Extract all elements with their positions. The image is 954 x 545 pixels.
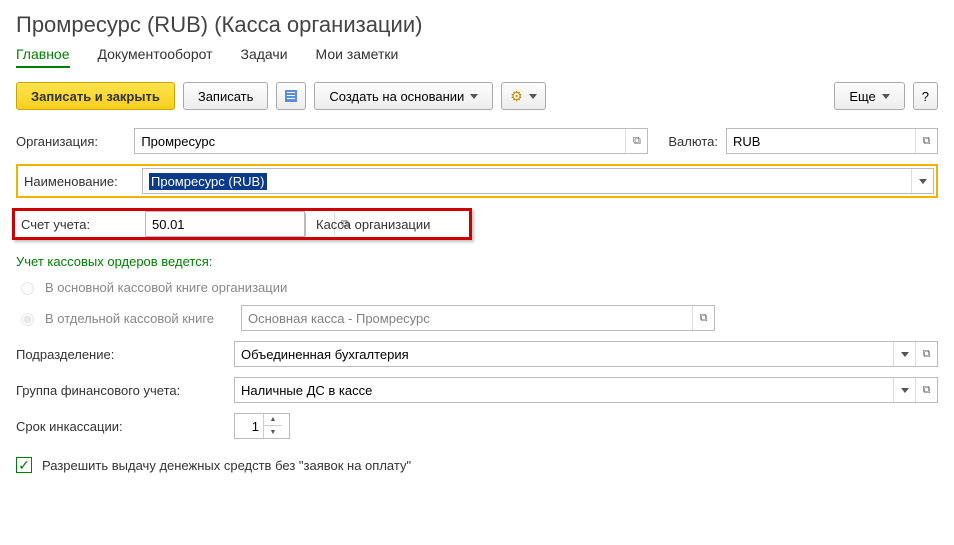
caret-down-icon [470,94,478,99]
tab-notes[interactable]: Мои заметки [316,46,399,68]
tab-docflow[interactable]: Документооборот [98,46,213,68]
dept-input[interactable] [234,341,938,367]
dept-label: Подразделение: [16,347,234,362]
radio2-label: В отдельной кассовой книге [45,311,233,326]
collection-label: Срок инкассации: [16,419,234,434]
list-button[interactable] [276,82,306,110]
fin-group-label: Группа финансового учета: [16,383,234,398]
more-button[interactable]: Еще [834,82,904,110]
book-input[interactable] [241,305,715,331]
tab-main[interactable]: Главное [16,46,70,68]
account-desc: Касса организации [305,213,440,236]
org-field[interactable] [135,129,625,153]
tabs: Главное Документооборот Задачи Мои замет… [16,46,938,68]
spinner-down[interactable]: ▼ [264,426,282,438]
gear-icon [510,88,523,105]
open-icon[interactable] [915,342,937,366]
caret-down-icon [529,94,537,99]
help-button[interactable]: ? [913,82,938,110]
open-icon[interactable] [915,129,937,153]
radio2-input [21,313,34,326]
radio-main-book: В основной кассовой книге организации [16,279,938,295]
org-input[interactable] [134,128,648,154]
radio1-input [21,282,34,295]
caret-down-icon [882,94,890,99]
book-field[interactable] [242,306,692,330]
checkbox-icon[interactable]: ✓ [16,457,32,473]
currency-field[interactable] [727,129,915,153]
allow-checkbox-row[interactable]: ✓ Разрешить выдачу денежных средств без … [16,457,938,473]
account-input[interactable] [145,211,305,237]
spinner-up[interactable]: ▲ [264,414,282,426]
open-icon[interactable] [915,378,937,402]
create-based-button[interactable]: Создать на основании [314,82,493,110]
open-icon[interactable] [692,306,714,330]
name-label: Наименование: [20,174,142,189]
open-icon[interactable] [625,129,647,153]
collection-field[interactable] [235,419,263,434]
toolbar: Записать и закрыть Записать Создать на о… [16,82,938,110]
currency-label: Валюта: [668,134,718,149]
fin-group-field[interactable] [235,378,893,402]
account-highlight: Счет учета: Касса организации [12,208,472,240]
fin-group-input[interactable] [234,377,938,403]
org-label: Организация: [16,134,134,149]
account-label: Счет учета: [15,213,145,236]
allow-label: Разрешить выдачу денежных средств без "з… [42,458,411,473]
name-field-value[interactable]: Промресурс (RUB) [149,173,267,190]
name-input[interactable]: Промресурс (RUB) [142,168,934,194]
collection-spinner[interactable]: ▲ ▼ [234,413,290,439]
dept-field[interactable] [235,342,893,366]
radio-separate-book: В отдельной кассовой книге [16,305,938,331]
settings-button[interactable] [501,82,546,110]
save-button[interactable]: Записать [183,82,269,110]
dropdown-icon[interactable] [911,169,933,193]
dropdown-icon[interactable] [893,342,915,366]
save-close-button[interactable]: Записать и закрыть [16,82,175,110]
tab-tasks[interactable]: Задачи [241,46,288,68]
name-row-highlight: Наименование: Промресурс (RUB) [16,164,938,198]
page-title: Промресурс (RUB) (Касса организации) [16,12,938,38]
create-based-label: Создать на основании [329,89,464,104]
more-label: Еще [849,89,875,104]
radio1-label: В основной кассовой книге организации [45,280,287,295]
section-header: Учет кассовых ордеров ведется: [16,254,938,269]
dropdown-icon[interactable] [893,378,915,402]
currency-input[interactable] [726,128,938,154]
list-icon [285,90,297,102]
